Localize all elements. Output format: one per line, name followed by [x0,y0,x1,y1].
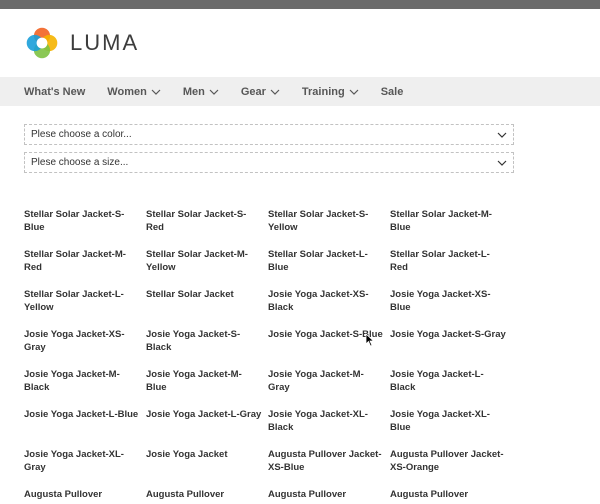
product-link[interactable]: Augusta Pullover Jacket-XS-Orange [390,448,512,476]
product-link[interactable]: Augusta Pullover [390,488,512,504]
nav-item-training[interactable]: Training [302,86,359,98]
chevron-down-icon [209,89,219,95]
product-link[interactable]: Stellar Solar Jacket-M-Blue [390,208,512,236]
product-link[interactable]: Josie Yoga Jacket-L-Blue [24,408,146,436]
site-header: LUMA [0,9,600,77]
chevron-down-icon [349,89,359,95]
product-link[interactable]: Josie Yoga Jacket-XS-Gray [24,328,146,356]
product-link[interactable]: Josie Yoga Jacket-XL-Gray [24,448,146,476]
nav-item-label: What's New [24,85,86,98]
color-select[interactable]: Plese choose a color... [24,124,514,145]
product-filters: Plese choose a color... Plese choose a s… [24,124,514,180]
nav-item-label: Gear [240,85,266,98]
chevron-down-icon [151,89,161,95]
main-navigation: What's New Women Men Gear Training Sale [0,77,600,106]
product-link[interactable]: Josie Yoga Jacket-M-Blue [146,368,268,396]
product-link[interactable]: Stellar Solar Jacket-L-Red [390,248,512,276]
chevron-down-icon [497,160,507,166]
color-select-placeholder: Plese choose a color... [31,129,132,140]
product-link[interactable]: Josie Yoga Jacket-L-Gray [146,408,268,436]
browser-top-strip [0,0,600,9]
product-link[interactable]: Stellar Solar Jacket [146,288,268,316]
product-link[interactable]: Stellar Solar Jacket-S-Red [146,208,268,236]
nav-item-label: Men [182,85,205,98]
mouse-cursor-icon [365,333,375,347]
size-select-placeholder: Plese choose a size... [31,157,129,168]
product-link[interactable]: Josie Yoga Jacket-XL-Black [268,408,390,436]
product-link[interactable]: Josie Yoga Jacket-M-Black [24,368,146,396]
product-link[interactable]: Stellar Solar Jacket-L-Yellow [24,288,146,316]
nav-item-label: Women [107,85,147,98]
nav-item-whats-new[interactable]: What's New [24,86,85,98]
nav-item-sale[interactable]: Sale [381,86,404,98]
chevron-down-icon [497,132,507,138]
product-link[interactable]: Josie Yoga Jacket-XS-Black [268,288,390,316]
product-link[interactable]: Augusta Pullover [146,488,268,504]
nav-item-gear[interactable]: Gear [241,86,280,98]
luma-logo[interactable]: LUMA [24,25,139,61]
product-list: Stellar Solar Jacket-S-Blue Stellar Solar… [24,208,524,504]
size-select[interactable]: Plese choose a size... [24,152,514,173]
product-link[interactable]: Josie Yoga Jacket-M-Gray [268,368,390,396]
logo-text: LUMA [70,30,140,55]
product-link[interactable]: Josie Yoga Jacket-L-Black [390,368,512,396]
product-link[interactable]: Augusta Pullover [268,488,390,504]
product-link[interactable]: Josie Yoga Jacket-XL-Blue [390,408,512,436]
product-link[interactable]: Augusta Pullover [24,488,146,504]
product-link[interactable]: Augusta Pullover Jacket-XS-Blue [268,448,390,476]
nav-item-men[interactable]: Men [183,86,219,98]
product-link[interactable]: Josie Yoga Jacket-S-Gray [390,328,512,356]
nav-item-label: Training [301,85,345,98]
product-link[interactable]: Josie Yoga Jacket [146,448,268,476]
chevron-down-icon [270,89,280,95]
product-link[interactable]: Josie Yoga Jacket-XS-Blue [390,288,512,316]
nav-item-label: Sale [380,85,404,98]
product-link[interactable]: Stellar Solar Jacket-M-Red [24,248,146,276]
product-link[interactable]: Stellar Solar Jacket-S-Blue [24,208,146,236]
nav-item-women[interactable]: Women [107,86,161,98]
product-link[interactable]: Stellar Solar Jacket-S-Yellow [268,208,390,236]
product-link[interactable]: Stellar Solar Jacket-M-Yellow [146,248,268,276]
product-link[interactable]: Josie Yoga Jacket-S-Black [146,328,268,356]
luma-logo-icon [26,27,58,59]
product-link[interactable]: Stellar Solar Jacket-L-Blue [268,248,390,276]
